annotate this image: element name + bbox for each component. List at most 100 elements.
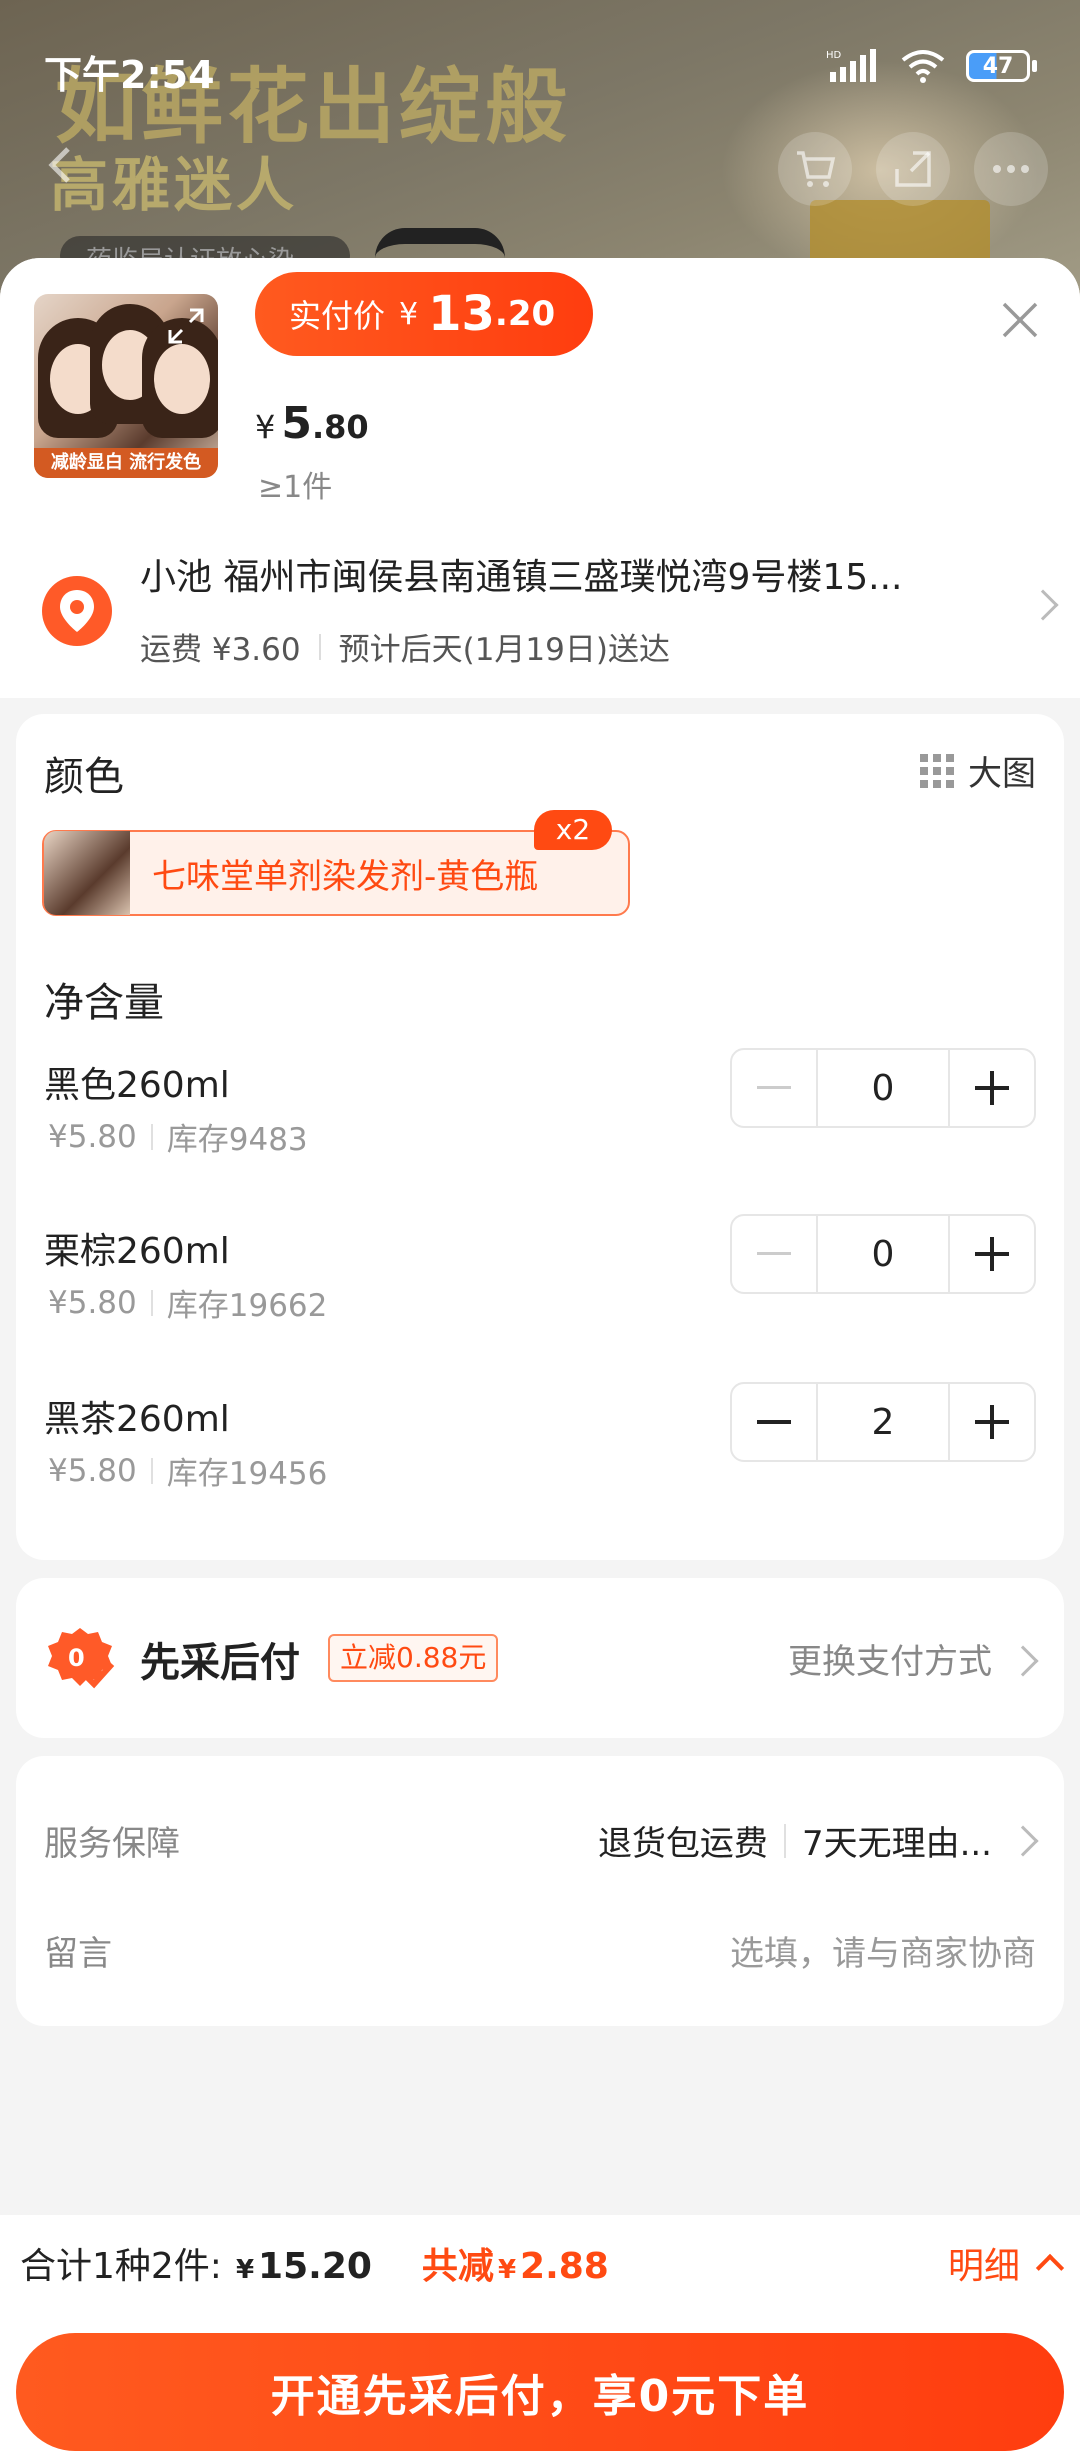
share-icon	[895, 151, 931, 187]
service-item-7day: 7天无理由...	[801, 1824, 992, 1864]
increment-button[interactable]	[950, 1050, 1034, 1126]
big-view-button[interactable]: 大图	[920, 746, 1036, 795]
unit-price-currency: ¥	[255, 408, 276, 446]
sku-price: ¥5.80	[48, 1452, 137, 1489]
sku-name: 黑茶260ml	[44, 1399, 230, 1440]
address-card[interactable]: 小池 福州市闽侯县南通镇三盛璞悦湾9号楼15... 运费 ¥3.60 预计后天(…	[0, 508, 1080, 698]
pay-later-icon: 0	[48, 1628, 115, 1689]
change-payment-link[interactable]: 更换支付方式	[788, 1634, 992, 1683]
min-quantity: ≥1件	[258, 470, 333, 505]
thumbnail-caption: 减龄显白 流行发色	[34, 448, 218, 478]
plus-icon	[975, 1237, 1009, 1271]
sku-stock: 库存19456	[166, 1456, 328, 1492]
note-label: 留言	[44, 1934, 112, 1974]
status-time: 下午2:54	[44, 53, 215, 97]
total-amount: ¥15.20	[236, 2246, 372, 2287]
discount-currency: ¥	[497, 2255, 517, 2285]
unit-price-decimal: .80	[311, 408, 369, 446]
shipping-info: 运费 ¥3.60 预计后天(1月19日)送达	[140, 624, 670, 669]
address-text: 小池 福州市闽侯县南通镇三盛璞悦湾9号楼15...	[140, 557, 903, 598]
battery-icon: 47	[966, 50, 1037, 82]
increment-button[interactable]	[950, 1216, 1034, 1292]
minus-icon	[757, 1420, 791, 1424]
sheet-header: 减龄显白 流行发色 实付价 ¥ 13 .20 ¥ 5 .80 ≥1件	[0, 258, 1080, 508]
sku-sheet: 减龄显白 流行发色 实付价 ¥ 13 .20 ¥ 5 .80 ≥1件 小池 福州…	[0, 258, 1080, 2460]
unit-price-integer: 5	[281, 398, 312, 449]
quantity-value[interactable]: 0	[816, 1216, 950, 1292]
submit-order-button[interactable]: 开通先采后付，享0元下单	[16, 2333, 1064, 2451]
plus-icon	[975, 1405, 1009, 1439]
cart-button[interactable]	[778, 132, 852, 206]
delivery-estimate: 预计后天(1月19日)送达	[338, 632, 670, 668]
shipping-fee: 运费 ¥3.60	[140, 632, 301, 668]
close-icon[interactable]	[1000, 300, 1040, 340]
total-currency: ¥	[235, 2255, 255, 2285]
sku-meta: ¥5.80 库存9483	[48, 1114, 308, 1159]
product-thumbnail[interactable]: 减龄显白 流行发色	[34, 294, 218, 478]
payment-card[interactable]: 0 先采后付 立减0.88元 更换支付方式	[16, 1578, 1064, 1738]
sku-price: ¥5.80	[48, 1118, 137, 1155]
sku-meta: ¥5.80 库存19662	[48, 1280, 327, 1325]
increment-button[interactable]	[950, 1384, 1034, 1460]
decrement-button[interactable]	[732, 1216, 816, 1292]
sku-row: 黑茶260ml ¥5.80 库存19456 2	[16, 1382, 1064, 1530]
discount-badge: 立减0.88元	[328, 1634, 499, 1682]
plus-icon	[975, 1071, 1009, 1105]
sku-stock: 库存19662	[166, 1288, 328, 1324]
service-card: 服务保障 退货包运费 7天无理由... 留言 选填，请与商家协商	[16, 1756, 1064, 2026]
actual-price-label: 实付价	[289, 297, 386, 335]
detail-button[interactable]: 明细	[947, 2237, 1065, 2289]
detail-label: 明细	[947, 2246, 1020, 2287]
expand-icon[interactable]	[164, 304, 208, 348]
decrement-button[interactable]	[732, 1384, 816, 1460]
svg-text:0: 0	[68, 1644, 85, 1672]
chevron-right-icon	[1007, 1645, 1039, 1677]
cart-icon	[797, 151, 836, 187]
wifi-icon	[901, 50, 945, 83]
minus-icon	[757, 1086, 791, 1089]
more-button[interactable]	[974, 132, 1048, 206]
quantity-badge: x2	[534, 810, 612, 850]
volume-section-title: 净含量	[44, 980, 164, 1026]
color-option-label: 七味堂单剂染发剂-黄色瓶	[152, 856, 539, 897]
spec-card: 颜色 大图 七味堂单剂染发剂-黄色瓶 x2 净含量 黑色260ml ¥5.80 …	[16, 714, 1064, 1560]
share-button[interactable]	[876, 132, 950, 206]
sku-stock: 库存9483	[166, 1122, 308, 1158]
discount-total: 共减 ¥2.88	[422, 2237, 609, 2289]
quantity-value[interactable]: 2	[816, 1384, 950, 1460]
note-input[interactable]: 选填，请与商家协商	[730, 1926, 1036, 1975]
color-section-title: 颜色	[44, 754, 124, 800]
minus-icon	[757, 1252, 791, 1255]
more-icon	[993, 165, 1029, 173]
actual-price-decimal: .20	[494, 294, 556, 334]
quantity-stepper: 0	[730, 1048, 1036, 1128]
total-value: 15.20	[258, 2246, 372, 2287]
grid-icon	[920, 753, 954, 788]
service-values[interactable]: 退货包运费 7天无理由...	[598, 1816, 992, 1865]
discount-value: 2.88	[520, 2246, 609, 2287]
chevron-right-icon	[1007, 1825, 1039, 1857]
service-label: 服务保障	[44, 1824, 180, 1864]
unit-price: ¥ 5 .80	[255, 398, 369, 449]
status-icons: HD 47	[826, 48, 1037, 84]
color-option-image	[44, 831, 130, 915]
discount-label: 共减	[421, 2246, 494, 2287]
payment-title: 先采后付	[140, 1640, 300, 1686]
actual-price-pill: 实付价 ¥ 13 .20	[255, 272, 593, 356]
sku-price: ¥5.80	[48, 1284, 137, 1321]
big-view-label: 大图	[968, 754, 1036, 794]
decrement-button[interactable]	[732, 1050, 816, 1126]
sku-row: 栗棕260ml ¥5.80 库存19662 0	[16, 1214, 1064, 1362]
status-bar: 下午2:54 HD 47	[0, 0, 1080, 130]
sku-name: 黑色260ml	[44, 1065, 230, 1106]
svg-text:HD: HD	[826, 50, 842, 61]
total-row: 合计1种2件: ¥15.20 共减 ¥2.88	[20, 2237, 1060, 2289]
banner-subtitle: 高雅迷人	[50, 151, 299, 219]
quantity-stepper: 2	[730, 1382, 1036, 1462]
back-icon[interactable]	[42, 145, 82, 185]
sku-name: 栗棕260ml	[44, 1231, 230, 1272]
actual-price-currency: ¥	[399, 296, 419, 332]
actual-price-integer: 13	[428, 286, 495, 342]
sku-meta: ¥5.80 库存19456	[48, 1448, 327, 1493]
quantity-value[interactable]: 0	[816, 1050, 950, 1126]
